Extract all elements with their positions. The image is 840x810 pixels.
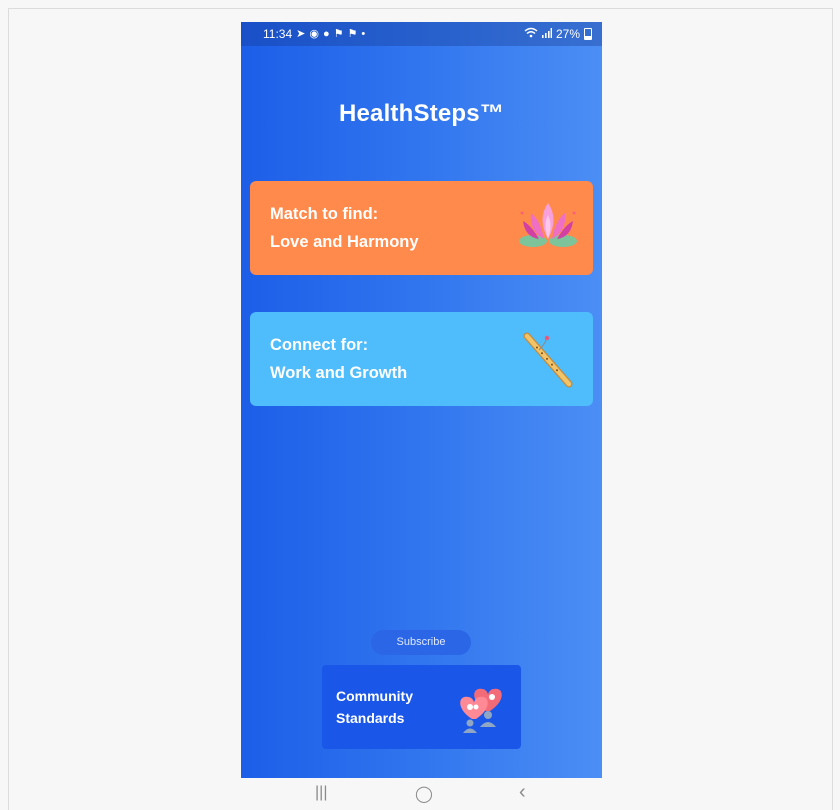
subscribe-button[interactable]: Subscribe — [371, 630, 471, 655]
system-nav-bar: ||| ◯ ‹ — [241, 778, 602, 810]
pennant-icon: ⚑ — [333, 28, 344, 40]
community-standards-button[interactable]: Community Standards — [322, 665, 521, 749]
pennant-icon: ⚑ — [347, 28, 358, 40]
status-time: 11:34 — [263, 27, 293, 41]
community-line1: Community — [336, 688, 413, 704]
back-button[interactable]: ‹ — [519, 781, 526, 804]
recents-button[interactable]: ||| — [315, 784, 327, 802]
app-title: HealthSteps™ — [338, 100, 505, 127]
navigation-arrow-icon: ➤ — [296, 28, 306, 40]
flute-icon — [523, 332, 573, 388]
wifi-icon — [524, 27, 538, 41]
status-left: 11:34 ➤ ◉ ● ⚑ ⚑ • — [263, 27, 365, 41]
love-harmony-card[interactable]: Match to find: Love and Harmony — [250, 181, 593, 275]
lotus-icon — [519, 203, 577, 247]
phone-screen: 11:34 ➤ ◉ ● ⚑ ⚑ • 27% HealthSteps™ Match… — [241, 22, 602, 778]
chat-bubble-icon: ● — [322, 28, 330, 40]
status-bar: 11:34 ➤ ◉ ● ⚑ ⚑ • 27% — [241, 22, 602, 46]
work-card-line1: Connect for: — [270, 336, 369, 354]
dot-icon: • — [361, 28, 366, 40]
home-button[interactable]: ◯ — [415, 784, 433, 804]
love-card-line1: Match to find: — [270, 205, 379, 223]
love-card-line2: Love and Harmony — [270, 233, 419, 251]
work-card-line2: Work and Growth — [270, 364, 408, 382]
status-right: 27% — [524, 27, 592, 41]
community-line2: Standards — [336, 710, 405, 726]
battery-percent: 27% — [555, 27, 580, 41]
signal-icon — [541, 27, 552, 41]
messenger-icon: ◉ — [309, 28, 319, 40]
work-growth-card[interactable]: Connect for: Work and Growth — [250, 312, 593, 406]
hearts-people-icon — [460, 688, 502, 733]
battery-icon — [584, 28, 592, 40]
